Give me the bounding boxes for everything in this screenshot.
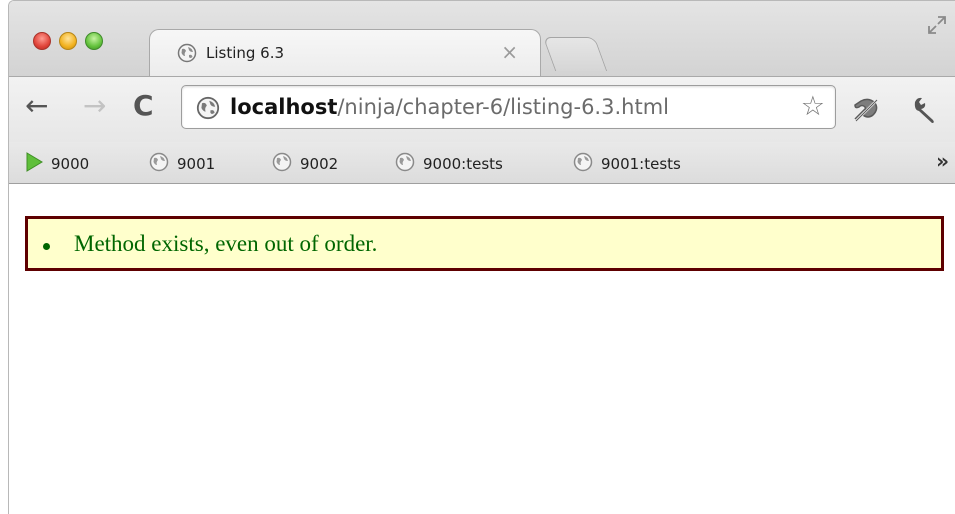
bookmark-star-icon[interactable]: ☆ [801, 91, 825, 122]
reload-button[interactable]: C [133, 89, 154, 123]
result-item: Method exists, even out of order. [43, 231, 941, 257]
results-list: Method exists, even out of order. [25, 216, 944, 271]
globe-icon [272, 152, 292, 176]
close-tab-icon[interactable]: × [501, 40, 518, 64]
bookmark-item[interactable]: 9001 [149, 152, 215, 176]
tab-title: Listing 6.3 [206, 44, 285, 62]
bookmark-label: 9001 [177, 155, 216, 173]
url-path: /ninja/chapter-6/listing-6.3.html [337, 95, 669, 119]
bookmarks-overflow-button[interactable]: » [936, 149, 949, 173]
tab-listing[interactable]: Listing 6.3 × [149, 29, 541, 77]
page-content: Method exists, even out of order. [9, 185, 955, 514]
minimize-window-button[interactable] [59, 32, 77, 50]
globe-icon [177, 43, 197, 68]
wrench-icon[interactable] [909, 95, 941, 130]
forward-button[interactable]: → [83, 89, 106, 123]
play-icon [25, 152, 43, 176]
url-text[interactable]: localhost/ninja/chapter-6/listing-6.3.ht… [230, 95, 669, 119]
bookmarks-bar: 9000 9001 9002 9000:tests 9001:tests » [9, 142, 955, 184]
zoom-window-button[interactable] [85, 32, 103, 50]
bookmark-item[interactable]: 9000:tests [395, 152, 503, 176]
bookmark-label: 9002 [300, 155, 339, 173]
fullscreen-icon[interactable] [927, 15, 947, 40]
bookmark-label: 9000 [51, 155, 90, 173]
globe-icon [149, 152, 169, 176]
bookmark-item[interactable]: 9002 [272, 152, 338, 176]
bookmark-item[interactable]: 9001:tests [573, 152, 681, 176]
close-window-button[interactable] [33, 32, 51, 50]
browser-toolbar: ← → C localhost/ninja/chapter-6/listing-… [9, 76, 955, 142]
url-host: localhost [230, 95, 338, 119]
bookmark-item[interactable]: 9000 [25, 152, 89, 176]
bookmark-label: 9001:tests [601, 155, 681, 173]
address-bar[interactable]: localhost/ninja/chapter-6/listing-6.3.ht… [181, 85, 836, 129]
globe-icon [573, 152, 593, 176]
new-tab-button[interactable] [542, 37, 608, 71]
browser-window: Listing 6.3 × ← → C localhost/ninja/chap… [8, 0, 955, 514]
tab-strip: Listing 6.3 × [9, 1, 955, 77]
globe-icon [395, 152, 415, 176]
bookmark-label: 9000:tests [423, 155, 503, 173]
extension-icon[interactable] [851, 95, 881, 130]
back-button[interactable]: ← [25, 89, 48, 123]
globe-icon [196, 96, 220, 125]
